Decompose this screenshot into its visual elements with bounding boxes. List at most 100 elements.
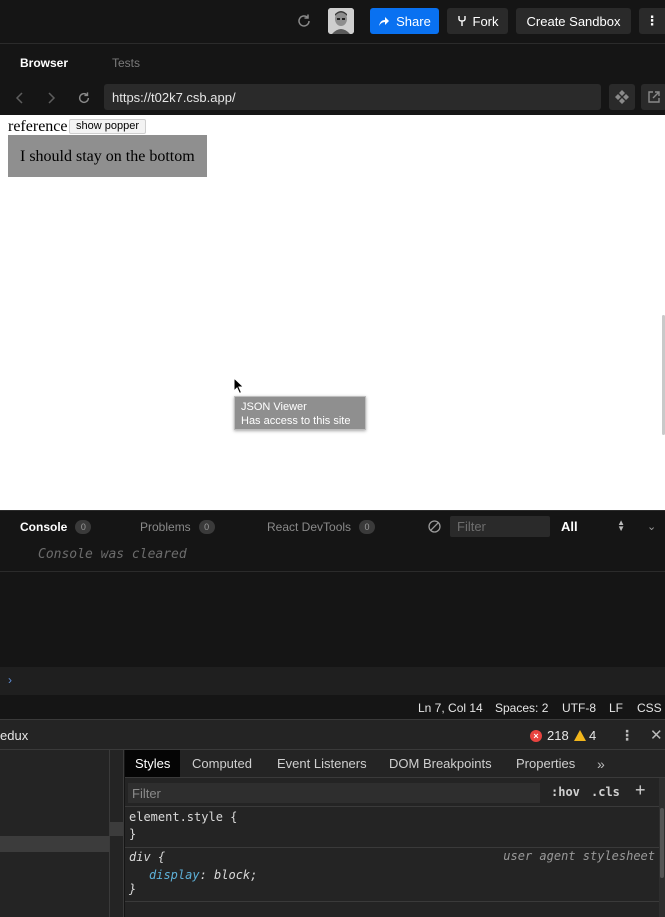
style-rules: element.style { } div { user agent style…	[125, 807, 659, 917]
console-filter-input[interactable]: Filter	[450, 516, 550, 537]
preview-frame: reference show popper I should stay on t…	[0, 115, 665, 510]
avatar-image	[328, 8, 354, 34]
gutter-marker	[110, 822, 123, 836]
add-rule-icon[interactable]: +	[635, 780, 646, 801]
reference-text: reference	[8, 118, 68, 135]
line-ending[interactable]: LF	[609, 701, 623, 715]
div-rule-close: }	[129, 882, 137, 896]
tooltip-subtitle: Has access to this site	[241, 415, 351, 427]
clear-console-icon[interactable]	[428, 520, 441, 533]
devtools-menu-icon[interactable]: ⋮	[620, 727, 634, 744]
diamond-grid-icon	[615, 90, 629, 104]
styles-scrollbar[interactable]	[659, 778, 665, 917]
avatar[interactable]	[328, 8, 354, 34]
kebab-icon: ⋮	[645, 13, 659, 28]
warning-icon	[574, 730, 586, 741]
selected-node-row[interactable]	[0, 836, 109, 852]
log-level-select[interactable]: All ▲ ▼	[555, 516, 629, 537]
console-count-badge: 0	[75, 520, 92, 534]
fork-button[interactable]: Fork	[447, 8, 508, 34]
status-bar: Ln 7, Col 14 Spaces: 2 UTF-8 LF CSS	[0, 695, 665, 719]
popper-box: I should stay on the bottom	[8, 135, 207, 177]
elements-tree	[0, 750, 110, 917]
class-toggle[interactable]: .cls	[591, 785, 620, 799]
console-output: Console was cleared	[0, 540, 665, 667]
tab-tests[interactable]: Tests	[112, 56, 140, 70]
rule-divider	[125, 847, 659, 848]
preview-tabs: Browser Tests	[0, 44, 665, 81]
hover-state-toggle[interactable]: :hov	[551, 785, 580, 799]
cursor-position[interactable]: Ln 7, Col 14	[418, 701, 483, 715]
tab-problems[interactable]: Problems 0	[140, 520, 215, 534]
console-cleared-message: Console was cleared	[38, 547, 187, 562]
devtools-panel-tab[interactable]: edux	[0, 728, 28, 743]
mouse-cursor-icon	[233, 377, 245, 395]
console-divider	[0, 571, 665, 572]
prompt-chevron-icon: ›	[8, 673, 12, 687]
close-icon[interactable]: ✕	[650, 726, 663, 744]
more-menu-button[interactable]: ⋮	[639, 8, 665, 34]
tab-problems-label: Problems	[140, 520, 191, 534]
select-caret-icon: ▲ ▼	[617, 518, 625, 533]
tab-computed[interactable]: Computed	[192, 756, 252, 771]
rule-divider	[125, 901, 659, 902]
tab-event-listeners[interactable]: Event Listeners	[277, 756, 367, 771]
devtools-header: edux × 218 4 ⋮ ✕	[0, 719, 665, 750]
top-bar: Share Fork Create Sandbox ⋮	[0, 0, 665, 43]
tab-dom-breakpoints[interactable]: DOM Breakpoints	[389, 756, 492, 771]
tab-react-devtools[interactable]: React DevTools 0	[267, 520, 376, 534]
forward-icon[interactable]	[43, 90, 59, 106]
create-sandbox-label: Create Sandbox	[526, 13, 621, 29]
language-mode[interactable]: CSS	[637, 701, 662, 715]
scrollbar-thumb[interactable]	[660, 808, 664, 878]
user-agent-stylesheet-label: user agent stylesheet	[503, 849, 655, 863]
tab-console[interactable]: Console 0	[20, 520, 92, 534]
refresh-icon[interactable]	[296, 13, 312, 29]
div-selector[interactable]: div {	[129, 850, 165, 864]
error-icon: ×	[530, 729, 542, 742]
console-input[interactable]: ›	[0, 667, 665, 695]
styles-filter-input[interactable]: Filter	[128, 783, 540, 803]
devtools-toggle-button[interactable]	[609, 84, 635, 110]
tab-react-devtools-label: React DevTools	[267, 520, 352, 534]
log-level-value: All	[561, 519, 578, 534]
reload-icon[interactable]	[76, 90, 92, 106]
tab-properties[interactable]: Properties	[516, 756, 575, 771]
address-bar-row: https://t02k7.csb.app/	[0, 81, 665, 115]
show-popper-button[interactable]: show popper	[69, 119, 146, 134]
react-devtools-count-badge: 0	[359, 520, 376, 534]
css-property-name: display	[149, 868, 200, 882]
open-new-window-button[interactable]	[641, 84, 665, 110]
indent-setting[interactable]: Spaces: 2	[495, 701, 548, 715]
element-style-close: }	[129, 827, 137, 841]
problems-count-badge: 0	[198, 520, 215, 534]
create-sandbox-button[interactable]: Create Sandbox	[516, 8, 631, 34]
panel-gutter	[110, 750, 124, 917]
css-property-value: : block;	[199, 868, 258, 882]
fork-label: Fork	[472, 13, 499, 29]
encoding[interactable]: UTF-8	[562, 701, 596, 715]
element-style-selector[interactable]: element.style {	[129, 810, 237, 824]
console-header: Console 0 Problems 0 React DevTools 0 Fi…	[0, 510, 665, 540]
warning-count: 4	[589, 728, 597, 743]
more-tabs-icon[interactable]: »	[597, 756, 605, 772]
share-label: Share	[396, 13, 431, 29]
styles-tabbar: Styles Computed Event Listeners DOM Brea…	[125, 750, 665, 778]
css-declaration[interactable]: display: block;	[149, 868, 257, 882]
warning-counter[interactable]: 4	[574, 728, 596, 743]
tab-console-label: Console	[20, 520, 68, 534]
tab-browser[interactable]: Browser	[20, 56, 68, 70]
error-counter[interactable]: × 218	[530, 728, 569, 743]
chevron-down-icon[interactable]: ⌄	[647, 520, 656, 533]
styles-toolbar: Filter :hov .cls +	[125, 778, 665, 807]
share-button[interactable]: Share	[370, 8, 439, 34]
share-arrow-icon	[379, 16, 390, 26]
error-count: 218	[547, 728, 569, 743]
url-input[interactable]: https://t02k7.csb.app/	[104, 84, 601, 110]
tooltip-title: JSON Viewer	[241, 401, 307, 413]
tab-styles[interactable]: Styles	[125, 750, 181, 777]
fork-icon	[457, 16, 466, 26]
back-icon[interactable]	[12, 90, 28, 106]
external-link-icon	[648, 91, 660, 103]
extension-tooltip: JSON Viewer Has access to this site	[234, 396, 366, 430]
